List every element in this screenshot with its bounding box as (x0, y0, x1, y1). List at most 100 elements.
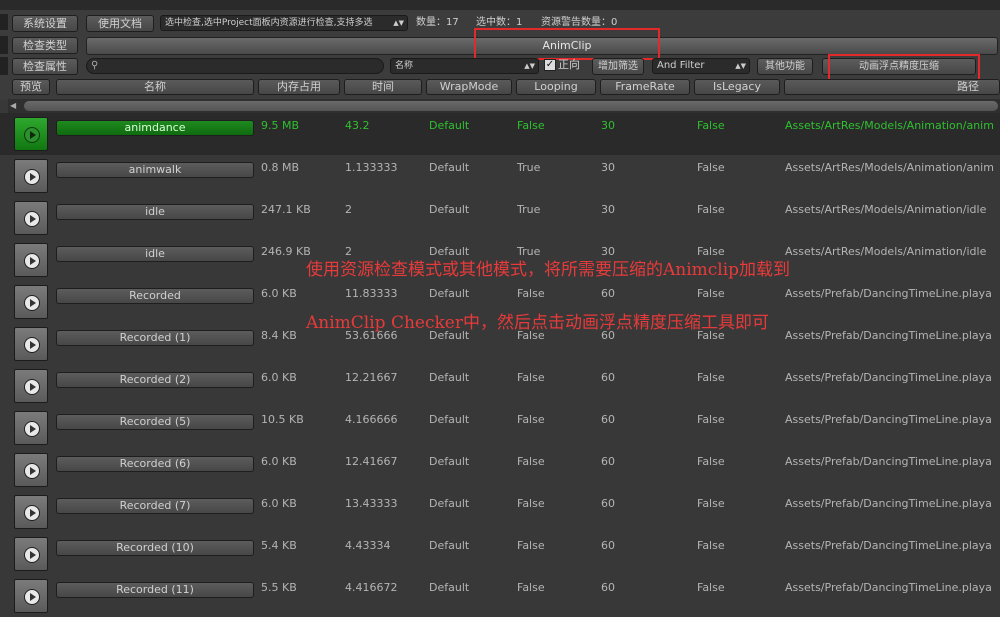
time-cell: 2 (345, 245, 352, 258)
column-header-time[interactable]: 时间 (344, 79, 422, 95)
column-header-memory[interactable]: 内存占用 (258, 79, 340, 95)
memory-cell: 8.4 KB (261, 329, 297, 342)
table-row[interactable]: Recorded (7) 6.0 KB 13.43333 Default False 60… (0, 491, 1000, 533)
filter-mode-dropdown[interactable]: And Filter ▲▼ (652, 58, 750, 74)
framerate-cell: 60 (601, 287, 615, 300)
play-icon[interactable] (24, 127, 40, 143)
asset-name-button[interactable]: idle (56, 246, 254, 262)
preview-thumbnail[interactable] (14, 495, 48, 529)
framerate-cell: 60 (601, 455, 615, 468)
count-text: 数量：17 (416, 17, 459, 28)
horizontal-scrollbar[interactable]: ◀ (8, 99, 1000, 113)
looping-cell: True (517, 161, 541, 174)
islegacy-cell: False (697, 245, 725, 258)
looping-cell: False (517, 581, 545, 594)
preview-thumbnail[interactable] (14, 537, 48, 571)
preview-thumbnail[interactable] (14, 159, 48, 193)
column-header-islegacy[interactable]: IsLegacy (694, 79, 780, 95)
table-row[interactable]: Recorded (6) 6.0 KB 12.41667 Default False 60… (0, 449, 1000, 491)
positive-checkbox[interactable]: ✓ (544, 59, 556, 71)
play-icon[interactable] (24, 547, 40, 563)
play-icon[interactable] (24, 253, 40, 269)
play-icon[interactable] (24, 169, 40, 185)
column-header-preview[interactable]: 预览 (12, 79, 50, 95)
column-header-path[interactable]: 路径 (784, 79, 1000, 95)
asset-name-button[interactable]: Recorded (1) (56, 330, 254, 346)
play-icon[interactable] (24, 421, 40, 437)
filter-mode-value: And Filter (657, 60, 705, 71)
play-icon[interactable] (24, 589, 40, 605)
table-row[interactable]: Recorded (11) 5.5 KB 4.416672 Default False 6… (0, 575, 1000, 617)
preview-thumbnail[interactable] (14, 453, 48, 487)
asset-name-button[interactable]: Recorded (5) (56, 414, 254, 430)
play-icon[interactable] (24, 295, 40, 311)
dropdown-arrow-icon: ▲▼ (524, 62, 535, 70)
preview-thumbnail[interactable] (14, 243, 48, 277)
anim-float-compress-button[interactable]: 动画浮点精度压缩 (822, 58, 976, 75)
preview-thumbnail[interactable] (14, 201, 48, 235)
preview-thumbnail[interactable] (14, 369, 48, 403)
asset-name-button[interactable]: Recorded (10) (56, 540, 254, 556)
column-header-name[interactable]: 名称 (56, 79, 254, 95)
time-cell: 4.416672 (345, 581, 398, 594)
left-edge (0, 57, 8, 75)
memory-cell: 247.1 KB (261, 203, 311, 216)
scrollbar-thumb[interactable] (24, 101, 998, 111)
memory-cell: 6.0 KB (261, 455, 297, 468)
table-row[interactable]: animdance 9.5 MB 43.2 Default False 30 False As… (0, 113, 1000, 155)
preview-thumbnail[interactable] (14, 327, 48, 361)
column-header-framerate[interactable]: FrameRate (600, 79, 690, 95)
memory-cell: 6.0 KB (261, 371, 297, 384)
wrapmode-cell: Default (429, 539, 470, 552)
add-filter-button[interactable]: 增加筛选 (592, 58, 644, 75)
wrapmode-cell: Default (429, 455, 470, 468)
search-input[interactable]: ⚲ (86, 58, 384, 74)
time-cell: 4.166666 (345, 413, 398, 426)
selected-count-text: 选中数：1 (476, 17, 523, 28)
left-edge (0, 14, 8, 30)
column-header-wrapmode[interactable]: WrapMode (426, 79, 512, 95)
asset-name-button[interactable]: Recorded (7) (56, 498, 254, 514)
preview-thumbnail[interactable] (14, 411, 48, 445)
system-settings-button[interactable]: 系统设置 (12, 15, 78, 32)
asset-name-button[interactable]: Recorded (11) (56, 582, 254, 598)
time-cell: 12.21667 (345, 371, 398, 384)
table-row[interactable]: Recorded (2) 6.0 KB 12.21667 Default False 60… (0, 365, 1000, 407)
islegacy-cell: False (697, 413, 725, 426)
asset-name-button[interactable]: Recorded (6) (56, 456, 254, 472)
looping-cell: False (517, 539, 545, 552)
scroll-left-icon[interactable]: ◀ (10, 101, 16, 110)
annotation-line-1: 使用资源检查模式或其他模式，将所需要压缩的Animclip加载到 (306, 260, 791, 280)
column-header-looping[interactable]: Looping (516, 79, 596, 95)
docs-button[interactable]: 使用文档 (86, 15, 154, 32)
preview-thumbnail[interactable] (14, 579, 48, 613)
play-icon[interactable] (24, 505, 40, 521)
asset-name-button[interactable]: idle (56, 204, 254, 220)
table-row[interactable]: Recorded (10) 5.4 KB 4.43334 Default False 60… (0, 533, 1000, 575)
table-row[interactable]: idle 247.1 KB 2 Default True 30 False Assets/Ar… (0, 197, 1000, 239)
table-row[interactable]: Recorded (5) 10.5 KB 4.166666 Default False 6… (0, 407, 1000, 449)
path-cell: Assets/ArtRes/Models/Animation/anim (785, 161, 994, 174)
table-row[interactable]: animwalk 0.8 MB 1.133333 Default True 30 False… (0, 155, 1000, 197)
play-icon[interactable] (24, 337, 40, 353)
asset-name-button[interactable]: Recorded (56, 288, 254, 304)
path-cell: Assets/Prefab/DancingTimeLine.playa (785, 455, 992, 468)
wrapmode-cell: Default (429, 245, 470, 258)
play-icon[interactable] (24, 379, 40, 395)
asset-name-button[interactable]: animwalk (56, 162, 254, 178)
selection-check-dropdown[interactable]: 选中检查,选中Project面板内资源进行检查,支持多选 ▲▼ (160, 15, 408, 31)
memory-cell: 246.9 KB (261, 245, 311, 258)
framerate-cell: 30 (601, 161, 615, 174)
preview-thumbnail[interactable] (14, 117, 48, 151)
play-icon[interactable] (24, 463, 40, 479)
preview-thumbnail[interactable] (14, 285, 48, 319)
framerate-cell: 30 (601, 119, 615, 132)
looping-cell: True (517, 245, 541, 258)
attribute-dropdown[interactable]: 名称 ▲▼ (390, 58, 539, 74)
other-functions-button[interactable]: 其他功能 (757, 58, 813, 75)
play-icon[interactable] (24, 211, 40, 227)
asset-name-button[interactable]: animdance (56, 120, 254, 136)
time-cell: 43.2 (345, 119, 370, 132)
time-cell: 4.43334 (345, 539, 391, 552)
asset-name-button[interactable]: Recorded (2) (56, 372, 254, 388)
